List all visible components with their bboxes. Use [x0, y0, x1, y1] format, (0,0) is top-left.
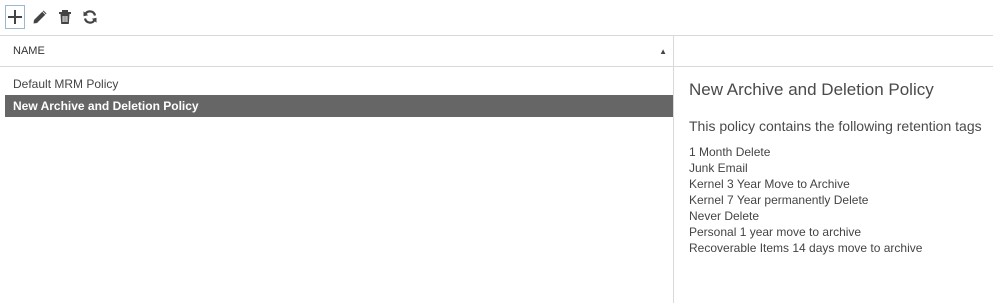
- name-column-label: NAME: [13, 45, 45, 57]
- edit-button[interactable]: [30, 5, 50, 29]
- retention-tag: Kernel 3 Year Move to Archive: [689, 177, 850, 191]
- retention-tag: Kernel 7 Year permanently Delete: [689, 193, 869, 207]
- retention-tag-list: 1 Month Delete Junk Email Kernel 3 Year …: [689, 144, 989, 256]
- details-subtitle: This policy contains the following reten…: [689, 118, 982, 134]
- list-item-default-mrm-policy[interactable]: Default MRM Policy: [5, 73, 673, 95]
- sort-ascending-icon: ▲: [659, 47, 667, 56]
- retention-tag: Junk Email: [689, 161, 748, 175]
- retention-tag: Never Delete: [689, 209, 760, 223]
- refresh-icon: [83, 10, 97, 24]
- list-item-new-archive-and-deletion-policy[interactable]: New Archive and Deletion Policy: [5, 95, 673, 117]
- header-divider: [0, 66, 993, 67]
- new-button[interactable]: [5, 5, 25, 29]
- trash-icon: [59, 10, 71, 24]
- delete-button[interactable]: [55, 5, 75, 29]
- details-pane: New Archive and Deletion Policy This pol…: [689, 80, 989, 272]
- policy-list: Default MRM Policy New Archive and Delet…: [5, 73, 673, 117]
- retention-tag: Recoverable Items 14 days move to archiv…: [689, 241, 923, 255]
- toolbar: [5, 3, 105, 31]
- details-title: New Archive and Deletion Policy: [689, 80, 934, 99]
- pencil-icon: [33, 10, 47, 24]
- pane-divider: [673, 36, 674, 303]
- retention-tag: Personal 1 year move to archive: [689, 225, 862, 239]
- list-item-label: New Archive and Deletion Policy: [13, 99, 199, 113]
- list-item-label: Default MRM Policy: [13, 77, 119, 91]
- retention-tag: 1 Month Delete: [689, 145, 771, 159]
- name-column-header[interactable]: NAME ▲: [5, 36, 672, 66]
- refresh-button[interactable]: [80, 5, 100, 29]
- plus-icon: [8, 10, 22, 24]
